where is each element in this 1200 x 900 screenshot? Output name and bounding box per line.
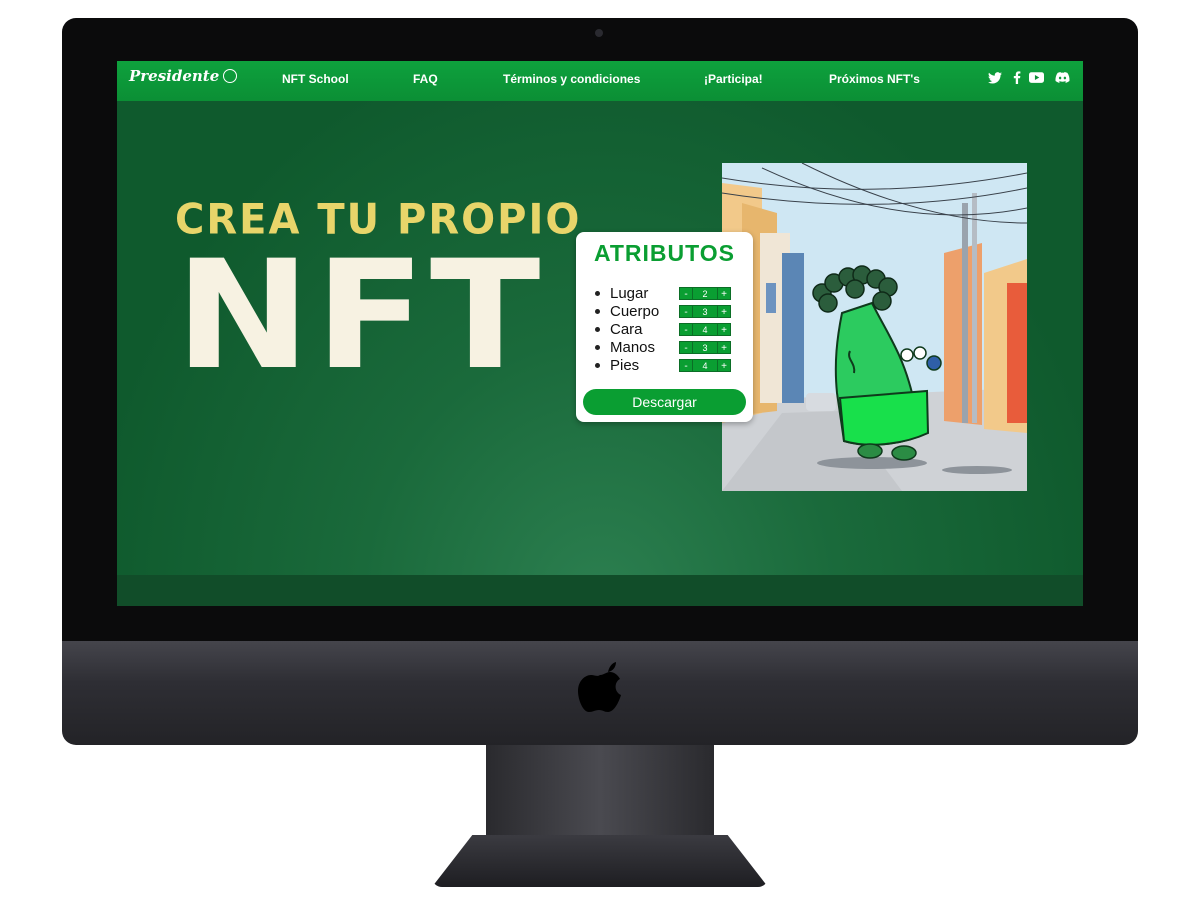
attribute-value: 3 bbox=[693, 304, 717, 318]
attribute-label: Cuerpo bbox=[610, 302, 660, 320]
footer-band bbox=[117, 575, 1083, 606]
attribute-stepper: - 2 + bbox=[679, 286, 731, 300]
monitor-stand-base bbox=[432, 835, 768, 887]
attribute-value: 3 bbox=[693, 340, 717, 354]
youtube-icon[interactable] bbox=[1029, 70, 1044, 85]
increment-button[interactable]: + bbox=[717, 286, 731, 300]
bullet-icon bbox=[595, 362, 600, 368]
attributes-card: ATRIBUTOS Lugar - 2 + Cuerpo - 3 + Cara … bbox=[576, 232, 753, 422]
hero-title: NFT bbox=[175, 229, 545, 403]
decrement-button[interactable]: - bbox=[679, 358, 693, 372]
monitor-stand-neck bbox=[486, 745, 714, 840]
increment-button[interactable]: + bbox=[717, 340, 731, 354]
decrement-button[interactable]: - bbox=[679, 304, 693, 318]
camera-icon bbox=[595, 29, 603, 37]
bullet-icon bbox=[595, 290, 600, 296]
attribute-label: Pies bbox=[610, 356, 640, 374]
attribute-row-pies: Pies - 4 + bbox=[595, 356, 745, 374]
bullet-icon bbox=[595, 326, 600, 332]
discord-icon[interactable] bbox=[1055, 70, 1070, 85]
attribute-row-lugar: Lugar - 2 + bbox=[595, 284, 745, 302]
attribute-label: Cara bbox=[610, 320, 643, 338]
attribute-stepper: - 3 + bbox=[679, 340, 731, 354]
increment-button[interactable]: + bbox=[717, 322, 731, 336]
decrement-button[interactable]: - bbox=[679, 322, 693, 336]
brand-logo[interactable]: Presidente bbox=[129, 67, 238, 85]
nav-link-next-nfts[interactable]: Próximos NFT's bbox=[829, 72, 920, 86]
bullet-icon bbox=[595, 308, 600, 314]
facebook-icon[interactable] bbox=[1009, 70, 1024, 85]
increment-button[interactable]: + bbox=[717, 358, 731, 372]
navbar: Presidente NFT School FAQ Términos y con… bbox=[117, 61, 1083, 101]
website-screen: Presidente NFT School FAQ Términos y con… bbox=[117, 61, 1083, 606]
increment-button[interactable]: + bbox=[717, 304, 731, 318]
attribute-stepper: - 4 + bbox=[679, 322, 731, 336]
nav-link-terms[interactable]: Términos y condiciones bbox=[503, 72, 640, 86]
decrement-button[interactable]: - bbox=[679, 286, 693, 300]
nav-link-faq[interactable]: FAQ bbox=[413, 72, 438, 86]
attribute-stepper: - 4 + bbox=[679, 358, 731, 372]
nft-artwork-image bbox=[722, 163, 1027, 491]
attribute-row-manos: Manos - 3 + bbox=[595, 338, 745, 356]
attribute-label: Manos bbox=[610, 338, 656, 356]
attribute-stepper: - 3 + bbox=[679, 304, 731, 318]
attributes-title: ATRIBUTOS bbox=[593, 240, 736, 266]
nav-link-nft-school[interactable]: NFT School bbox=[282, 72, 349, 86]
nav-link-participa[interactable]: ¡Participa! bbox=[704, 72, 763, 86]
attribute-row-cuerpo: Cuerpo - 3 + bbox=[595, 302, 745, 320]
twitter-icon[interactable] bbox=[987, 70, 1002, 85]
brand-mark-icon bbox=[223, 69, 238, 83]
decrement-button[interactable]: - bbox=[679, 340, 693, 354]
attribute-value: 4 bbox=[693, 358, 717, 372]
attribute-row-cara: Cara - 4 + bbox=[595, 320, 745, 338]
attribute-value: 2 bbox=[693, 286, 717, 300]
bullet-icon bbox=[595, 344, 600, 350]
brand-name: Presidente bbox=[129, 67, 220, 85]
apple-logo-icon bbox=[578, 662, 621, 712]
attribute-label: Lugar bbox=[610, 284, 649, 302]
download-button[interactable]: Descargar bbox=[583, 389, 746, 415]
attribute-value: 4 bbox=[693, 322, 717, 336]
